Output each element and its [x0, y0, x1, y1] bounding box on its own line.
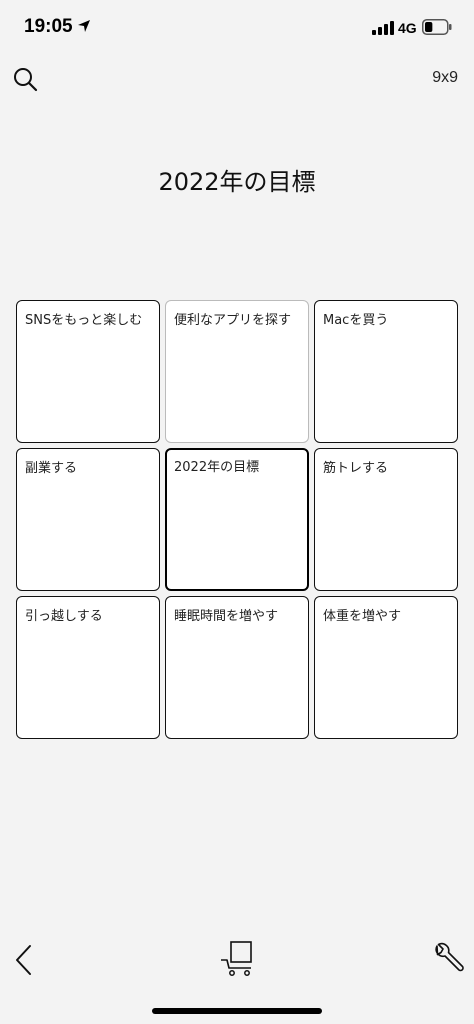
home-indicator[interactable]	[152, 1008, 322, 1014]
center-goal-cell[interactable]: 2022年の目標	[165, 448, 309, 591]
cart-icon	[221, 941, 252, 976]
status-time: 19:05	[24, 16, 73, 37]
search-icon	[14, 68, 38, 92]
goal-cell[interactable]: SNSをもっと楽しむ	[16, 300, 160, 443]
page-title: 2022年の目標	[158, 168, 316, 196]
search-button[interactable]	[12, 66, 40, 94]
settings-button[interactable]	[431, 942, 465, 976]
signal-bars-icon	[372, 21, 394, 35]
goal-cell[interactable]: 筋トレする	[314, 448, 458, 591]
network-type: 4G	[398, 20, 417, 36]
goal-cell[interactable]: 睡眠時間を増やす	[165, 596, 309, 739]
mandala-grid: SNSをもっと楽しむ 便利なアプリを探す Macを買う 副業する 2022年の目…	[16, 300, 458, 742]
goal-cell[interactable]: 体重を増やす	[314, 596, 458, 739]
goal-cell[interactable]: 引っ越しする	[16, 596, 160, 739]
goal-cell[interactable]: Macを買う	[314, 300, 458, 443]
chevron-left-icon	[16, 945, 31, 975]
grid-size-toggle[interactable]: 9x9	[412, 69, 458, 93]
goal-cell[interactable]: 便利なアプリを探す	[165, 300, 309, 443]
goal-cell[interactable]: 副業する	[16, 448, 160, 591]
location-arrow-icon	[78, 20, 90, 32]
wrench-icon	[435, 942, 464, 972]
back-button[interactable]	[12, 942, 38, 978]
cart-button[interactable]	[219, 940, 255, 978]
status-bar: 19:05 4G	[0, 0, 474, 56]
battery-icon	[422, 19, 452, 35]
